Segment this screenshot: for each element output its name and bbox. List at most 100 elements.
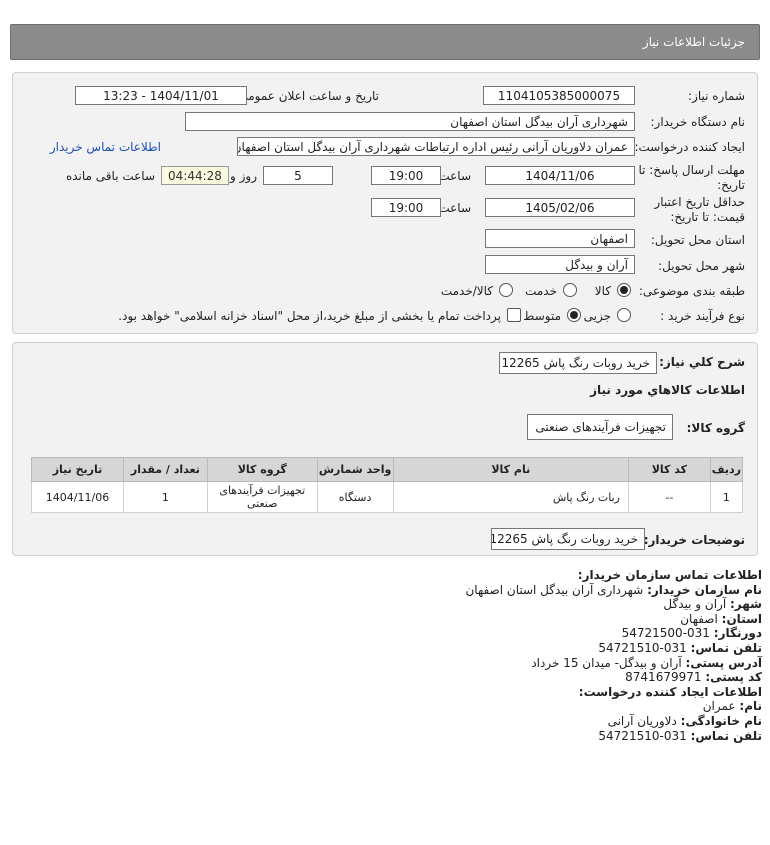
contact-address: آران و بیدگل- میدان 15 خرداد bbox=[531, 655, 682, 670]
cell-code: -- bbox=[627, 481, 711, 513]
province-field[interactable]: اصفهان bbox=[485, 229, 635, 248]
process-minor-radio[interactable] bbox=[617, 308, 631, 322]
announce-field[interactable]: 1404/11/01 - 13:23 bbox=[75, 86, 247, 105]
contact-phone: 031-54721510 bbox=[598, 640, 687, 655]
cell-unit: دستگاه bbox=[316, 481, 394, 513]
summary-label: شرح كلي نياز: bbox=[659, 355, 745, 369]
days-field[interactable]: 5 bbox=[263, 166, 333, 185]
reply-time-field[interactable]: 19:00 bbox=[371, 166, 441, 185]
contact-title: اطلاعات تماس سازمان خریدار: bbox=[577, 568, 762, 582]
cell-qty: 1 bbox=[123, 481, 208, 513]
contact-fax-row: دورنگار: 031-54721500 bbox=[22, 626, 762, 641]
treasury-payment-note: پرداخت تمام یا بخشی از مبلغ خرید،از محل … bbox=[118, 309, 501, 323]
col-unit: واحد شمارش bbox=[316, 457, 394, 482]
goods-table-header: ردیف کد کالا نام کالا واحد شمارش گروه کا… bbox=[31, 457, 744, 482]
validity-label-line1: حداقل تاریخ اعتبار bbox=[654, 195, 745, 209]
col-qty: تعداد / مقدار bbox=[123, 457, 208, 482]
validity-date-field[interactable]: 1405/02/06 bbox=[485, 198, 635, 217]
contact-city-label: شهر: bbox=[730, 597, 762, 612]
buyer-notes-field[interactable]: خرید روبات رنگ پاش 12265 bbox=[491, 528, 645, 550]
contact-info: اطلاعات تماس سازمان خریدار: نام سازمان خ… bbox=[22, 568, 762, 743]
city-field[interactable]: آران و بیدگل bbox=[485, 255, 635, 274]
reply-deadline-label-line2: تاریخ: bbox=[717, 178, 745, 192]
buyer-contact-link[interactable]: اطلاعات تماس خریدار bbox=[50, 140, 161, 154]
creator-first-name: عمران bbox=[702, 699, 736, 714]
process-medium-label: متوسط bbox=[523, 309, 561, 323]
summary-field[interactable]: خرید روبات رنگ پاش 12265 bbox=[499, 352, 657, 374]
reply-deadline-label: مهلت ارسال پاسخ: تا تاریخ: bbox=[638, 163, 745, 193]
contact-city-row: شهر: آران و بیدگل bbox=[22, 597, 762, 612]
contact-city: آران و بیدگل bbox=[663, 597, 727, 612]
contact-org-row: نام سازمان خریدار: شهرداری آران بیدگل اس… bbox=[22, 583, 762, 598]
creator-phone: 031-54721510 bbox=[598, 728, 687, 743]
buyer-notes-label: توضیحات خریدار: bbox=[643, 533, 745, 547]
validity-label-line2: قیمت: تا تاریخ: bbox=[670, 210, 745, 224]
cell-name: ربات رنگ پاش bbox=[392, 481, 629, 513]
category-goods-radio[interactable] bbox=[617, 283, 631, 297]
contact-province-row: استان: اصفهان bbox=[22, 612, 762, 627]
col-code: کد کالا bbox=[627, 457, 711, 482]
page-header: جزئیات اطلاعات نیاز bbox=[10, 24, 760, 60]
cell-row: 1 bbox=[709, 481, 744, 513]
validity-label: حداقل تاریخ اعتبار قیمت: تا تاریخ: bbox=[654, 195, 745, 225]
category-service-radio[interactable] bbox=[563, 283, 577, 297]
contact-address-row: آدرس پستی: آران و بیدگل- میدان 15 خرداد bbox=[22, 656, 762, 671]
needs-panel: شرح كلي نياز: خرید روبات رنگ پاش 12265 ا… bbox=[12, 342, 758, 556]
reply-time-label: ساعت bbox=[438, 169, 471, 183]
contact-fax: 031-54721500 bbox=[621, 626, 710, 641]
reply-date-field[interactable]: 1404/11/06 bbox=[485, 166, 635, 185]
need-details-panel: شماره نیاز: 1104105385000075 تاریخ و ساع… bbox=[12, 72, 758, 334]
col-row: ردیف bbox=[709, 457, 744, 482]
validity-time-label: ساعت bbox=[438, 201, 471, 215]
contact-fax-label: دورنگار: bbox=[713, 626, 762, 641]
creator-info-title: اطلاعات ایجاد کننده درخواست: bbox=[578, 684, 762, 699]
category-label: طبقه بندی موضوعی: bbox=[638, 284, 745, 298]
col-group: گروه کالا bbox=[206, 457, 318, 482]
contact-phone-row: تلفن تماس: 031-54721510 bbox=[22, 641, 762, 656]
need-number-field[interactable]: 1104105385000075 bbox=[483, 86, 635, 105]
creator-first-name-label: نام: bbox=[739, 699, 762, 714]
remaining-time-field: 04:44:28 bbox=[161, 166, 229, 185]
category-goods-label: کالا bbox=[594, 284, 611, 298]
treasury-payment-checkbox[interactable] bbox=[507, 308, 521, 322]
province-label: استان محل تحویل: bbox=[650, 233, 745, 247]
category-service-label: خدمت bbox=[525, 284, 557, 298]
goods-table: ردیف کد کالا نام کالا واحد شمارش گروه کا… bbox=[31, 457, 744, 513]
contact-postal-row: کد پستی: 8741679971 bbox=[22, 670, 762, 685]
goods-group-label: گروه کالا: bbox=[686, 421, 745, 435]
creator-field[interactable]: عمران دلاوریان آرانی رئیس اداره ارتباطات… bbox=[237, 137, 635, 156]
creator-phone-row: تلفن تماس: 031-54721510 bbox=[22, 729, 762, 744]
contact-postal-label: کد پستی: bbox=[705, 670, 762, 685]
cell-group: تجهیزات فرآیندهای صنعتی bbox=[206, 481, 318, 513]
creator-last-name: دلاوریان آرانی bbox=[607, 713, 677, 728]
process-medium-radio[interactable] bbox=[567, 308, 581, 322]
day-and-label: روز و bbox=[230, 169, 257, 183]
city-label: شهر محل تحویل: bbox=[658, 259, 745, 273]
contact-org: شهرداری آران بیدگل استان اصفهان bbox=[465, 582, 644, 597]
reply-deadline-label-line1: مهلت ارسال پاسخ: تا bbox=[638, 163, 745, 177]
goods-group-field[interactable]: تجهیزات فرآیندهای صنعتی bbox=[527, 414, 673, 440]
col-name: نام کالا bbox=[392, 457, 629, 482]
announce-label: تاریخ و ساعت اعلان عمومی: bbox=[234, 89, 379, 103]
creator-label: ایجاد کننده درخواست: bbox=[634, 140, 745, 154]
page-title: جزئیات اطلاعات نیاز bbox=[642, 35, 745, 49]
creator-last-name-row: نام خانوادگی: دلاوریان آرانی bbox=[22, 714, 762, 729]
process-minor-label: جزیی bbox=[583, 309, 611, 323]
category-goods-service-radio[interactable] bbox=[499, 283, 513, 297]
validity-time-field[interactable]: 19:00 bbox=[371, 198, 441, 217]
creator-last-name-label: نام خانوادگی: bbox=[680, 713, 762, 728]
table-row[interactable]: 1 -- ربات رنگ پاش دستگاه تجهیزات فرآینده… bbox=[31, 481, 744, 513]
buyer-org-label: نام دستگاه خریدار: bbox=[650, 115, 746, 129]
contact-phone-label: تلفن تماس: bbox=[690, 640, 762, 655]
buyer-org-field[interactable]: شهرداری آران بیدگل استان اصفهان bbox=[185, 112, 635, 131]
contact-org-label: نام سازمان خریدار: bbox=[647, 582, 762, 597]
category-goods-service-label: کالا/خدمت bbox=[440, 284, 493, 298]
contact-province-label: استان: bbox=[721, 611, 762, 626]
contact-address-label: آدرس پستی: bbox=[685, 655, 762, 670]
process-label: نوع فرآیند خرید : bbox=[660, 309, 745, 323]
remaining-label: ساعت باقی مانده bbox=[65, 169, 155, 183]
creator-first-name-row: نام: عمران bbox=[22, 699, 762, 714]
contact-province: اصفهان bbox=[680, 611, 718, 626]
cell-date: 1404/11/06 bbox=[31, 481, 124, 513]
goods-info-title: اطلاعات كالاهاي مورد نياز bbox=[590, 383, 745, 397]
